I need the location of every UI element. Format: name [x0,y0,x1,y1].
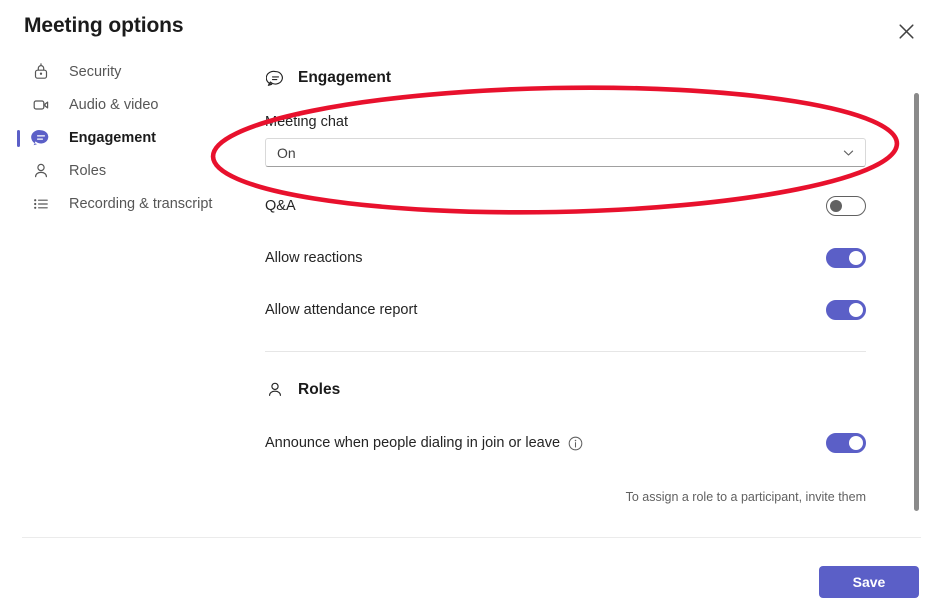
toggle-row-qa: Q&A [265,193,866,219]
toggle-row-allow-reactions: Allow reactions [265,245,866,271]
toggle-label: Q&A [265,198,296,214]
active-indicator [17,130,20,147]
sidebar-item-label: Engagement [69,130,157,146]
toggle-knob [830,200,842,212]
toggle-label-wrapper: Announce when people dialing in join or … [265,435,583,451]
toggle-label: Announce when people dialing in join or … [265,435,561,451]
sidebar-item-engagement[interactable]: Engagement [0,122,250,154]
close-button[interactable] [891,16,921,46]
close-icon [898,23,914,39]
sidebar-item-security[interactable]: Security [0,56,250,88]
person-outline-icon [265,380,285,400]
meeting-chat-select[interactable]: On [265,138,866,167]
settings-panel: Engagement Meeting chat On Q&A Allow rea… [250,56,919,528]
meeting-chat-value: On [277,144,296,161]
person-icon [30,160,52,182]
toggle-knob [849,436,863,450]
section-title: Engagement [298,69,392,86]
page-title: Meeting options [24,14,184,37]
save-button[interactable]: Save [819,566,919,598]
scrollbar-track[interactable] [913,88,919,518]
qa-toggle[interactable] [826,196,866,216]
list-icon [30,193,52,215]
chevron-down-icon [842,146,855,159]
sidebar-item-label: Security [69,64,122,80]
info-icon[interactable] [568,436,583,451]
sidebar-item-label: Audio & video [69,97,159,113]
sidebar: Security Audio & video Engagement Roles … [0,56,250,221]
sidebar-item-label: Recording & transcript [69,196,213,212]
video-camera-icon [30,94,52,116]
sidebar-item-label: Roles [69,163,107,179]
toggle-row-announce-dial-in: Announce when people dialing in join or … [265,430,866,456]
toggle-row-allow-attendance-report: Allow attendance report [265,297,866,323]
chat-bubble-outline-icon [265,68,285,88]
sidebar-item-roles[interactable]: Roles [0,155,250,187]
allow-attendance-report-toggle[interactable] [826,300,866,320]
chat-bubble-icon [30,127,52,149]
meeting-chat-label: Meeting chat [265,114,349,130]
section-title: Roles [298,381,341,398]
scrollbar-thumb[interactable] [914,93,919,511]
footer-divider [22,537,921,538]
toggle-label: Allow attendance report [265,302,418,318]
toggle-knob [849,251,863,265]
roles-hint-text: To assign a role to a participant, invit… [625,490,866,504]
lock-icon [30,61,52,83]
toggle-knob [849,303,863,317]
section-divider [265,351,866,352]
section-header-engagement: Engagement [265,68,885,88]
sidebar-item-recording-transcript[interactable]: Recording & transcript [0,188,250,220]
toggle-label: Allow reactions [265,250,363,266]
section-header-roles: Roles [265,380,885,400]
sidebar-item-audio-video[interactable]: Audio & video [0,89,250,121]
allow-reactions-toggle[interactable] [826,248,866,268]
announce-dial-in-toggle[interactable] [826,433,866,453]
